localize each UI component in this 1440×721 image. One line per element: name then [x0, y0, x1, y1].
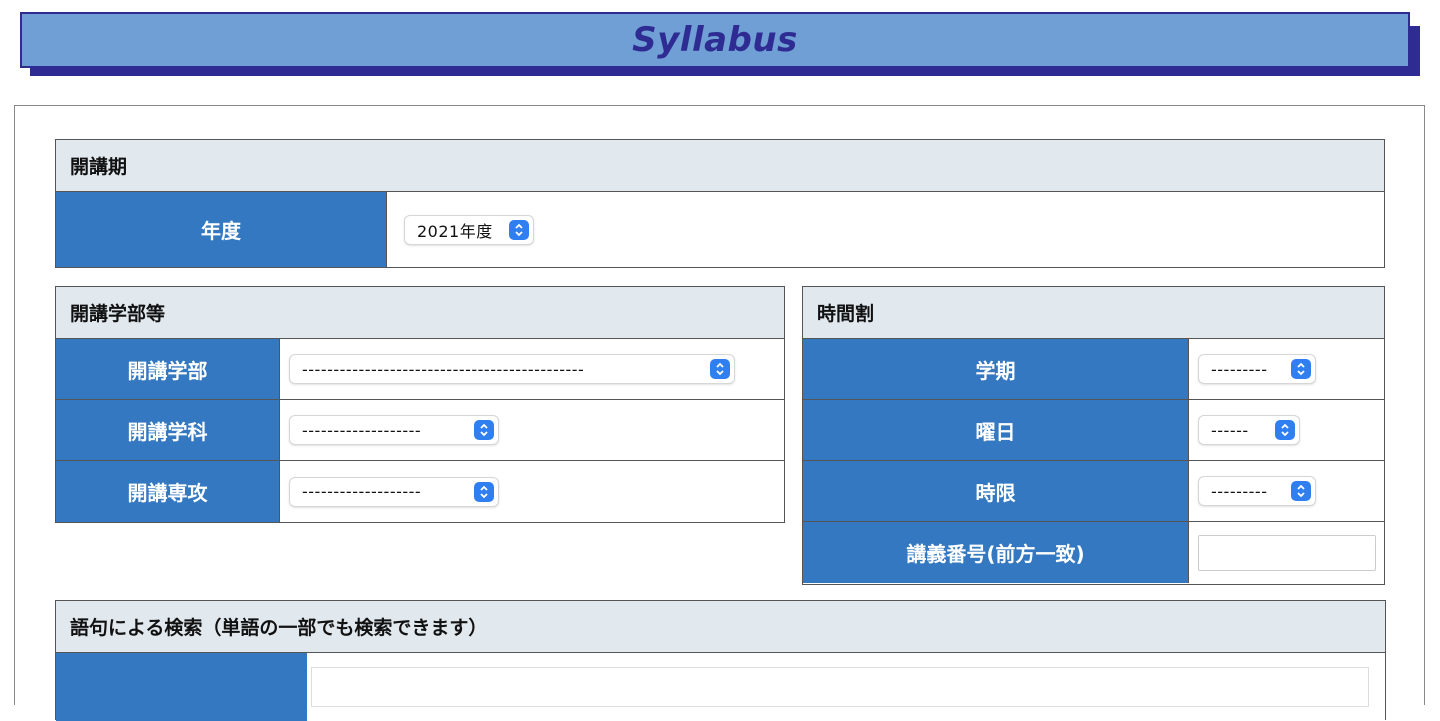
- page-title: Syllabus: [632, 20, 798, 60]
- section-period-heading: 開講期: [56, 140, 1384, 192]
- chevron-updown-icon: [1291, 481, 1311, 501]
- term-cell: ---------: [1189, 339, 1384, 399]
- year-select-value: 2021年度: [417, 221, 493, 241]
- section-keyword-heading: 語句による検索（単語の一部でも検索できます）: [56, 601, 1385, 653]
- period-select-value: ---------: [1211, 481, 1268, 501]
- chevron-updown-icon: [474, 481, 494, 502]
- course-number-cell: [1189, 522, 1384, 583]
- chevron-updown-icon: [1275, 420, 1295, 440]
- year-select[interactable]: 2021年度: [404, 214, 534, 245]
- major-label: 開講専攻: [56, 461, 280, 522]
- chevron-updown-icon: [474, 420, 494, 440]
- period-cell: ---------: [1189, 461, 1384, 521]
- weekday-label: 曜日: [803, 400, 1189, 460]
- major-cell: -------------------: [280, 461, 784, 522]
- course-number-label: 講義番号(前方一致): [803, 522, 1189, 583]
- weekday-select-value: ------: [1211, 420, 1249, 440]
- keyword-input[interactable]: [311, 667, 1369, 707]
- term-select[interactable]: ---------: [1198, 354, 1316, 384]
- chevron-updown-icon: [710, 359, 730, 379]
- faculty-cell: ----------------------------------------…: [280, 339, 784, 399]
- row-period: 時限 ---------: [803, 461, 1384, 522]
- row-major: 開講専攻 -------------------: [56, 461, 784, 522]
- faculty-select-value: ----------------------------------------…: [302, 359, 585, 379]
- section-faculty: 開講学部等 開講学部 -----------------------------…: [55, 286, 785, 523]
- chevron-updown-icon: [1291, 359, 1311, 379]
- year-cell: 2021年度: [387, 192, 1384, 267]
- row-term: 学期 ---------: [803, 339, 1384, 400]
- course-number-input[interactable]: [1198, 534, 1376, 571]
- section-timetable: 時間割 学期 --------- 曜日 ------ 時限 --------- …: [802, 286, 1385, 585]
- department-select[interactable]: -------------------: [289, 415, 499, 445]
- row-faculty: 開講学部 -----------------------------------…: [56, 339, 784, 400]
- department-label: 開講学科: [56, 400, 280, 460]
- chevron-updown-icon: [509, 219, 529, 240]
- section-keyword: 語句による検索（単語の一部でも検索できます）: [55, 600, 1386, 721]
- period-label: 時限: [803, 461, 1189, 521]
- row-weekday: 曜日 ------: [803, 400, 1384, 461]
- search-form-frame: 開講期 年度 2021年度 開講学部等 開講学部 ---------------…: [14, 105, 1425, 721]
- major-select-value: -------------------: [302, 482, 422, 501]
- department-cell: -------------------: [280, 400, 784, 460]
- keyword-label: [56, 653, 307, 721]
- faculty-select[interactable]: ----------------------------------------…: [289, 354, 735, 384]
- section-period: 開講期 年度 2021年度: [55, 139, 1385, 268]
- major-select[interactable]: -------------------: [289, 476, 499, 507]
- header-banner: Syllabus: [20, 12, 1410, 68]
- weekday-select[interactable]: ------: [1198, 415, 1300, 445]
- faculty-label: 開講学部: [56, 339, 280, 399]
- row-department: 開講学科 -------------------: [56, 400, 784, 461]
- period-select[interactable]: ---------: [1198, 476, 1316, 506]
- year-label: 年度: [56, 192, 387, 267]
- section-timetable-heading: 時間割: [803, 287, 1384, 339]
- term-label: 学期: [803, 339, 1189, 399]
- row-year: 年度 2021年度: [56, 192, 1384, 267]
- section-faculty-heading: 開講学部等: [56, 287, 784, 339]
- term-select-value: ---------: [1211, 359, 1268, 379]
- weekday-cell: ------: [1189, 400, 1384, 460]
- department-select-value: -------------------: [302, 420, 422, 440]
- row-course-number: 講義番号(前方一致): [803, 522, 1384, 583]
